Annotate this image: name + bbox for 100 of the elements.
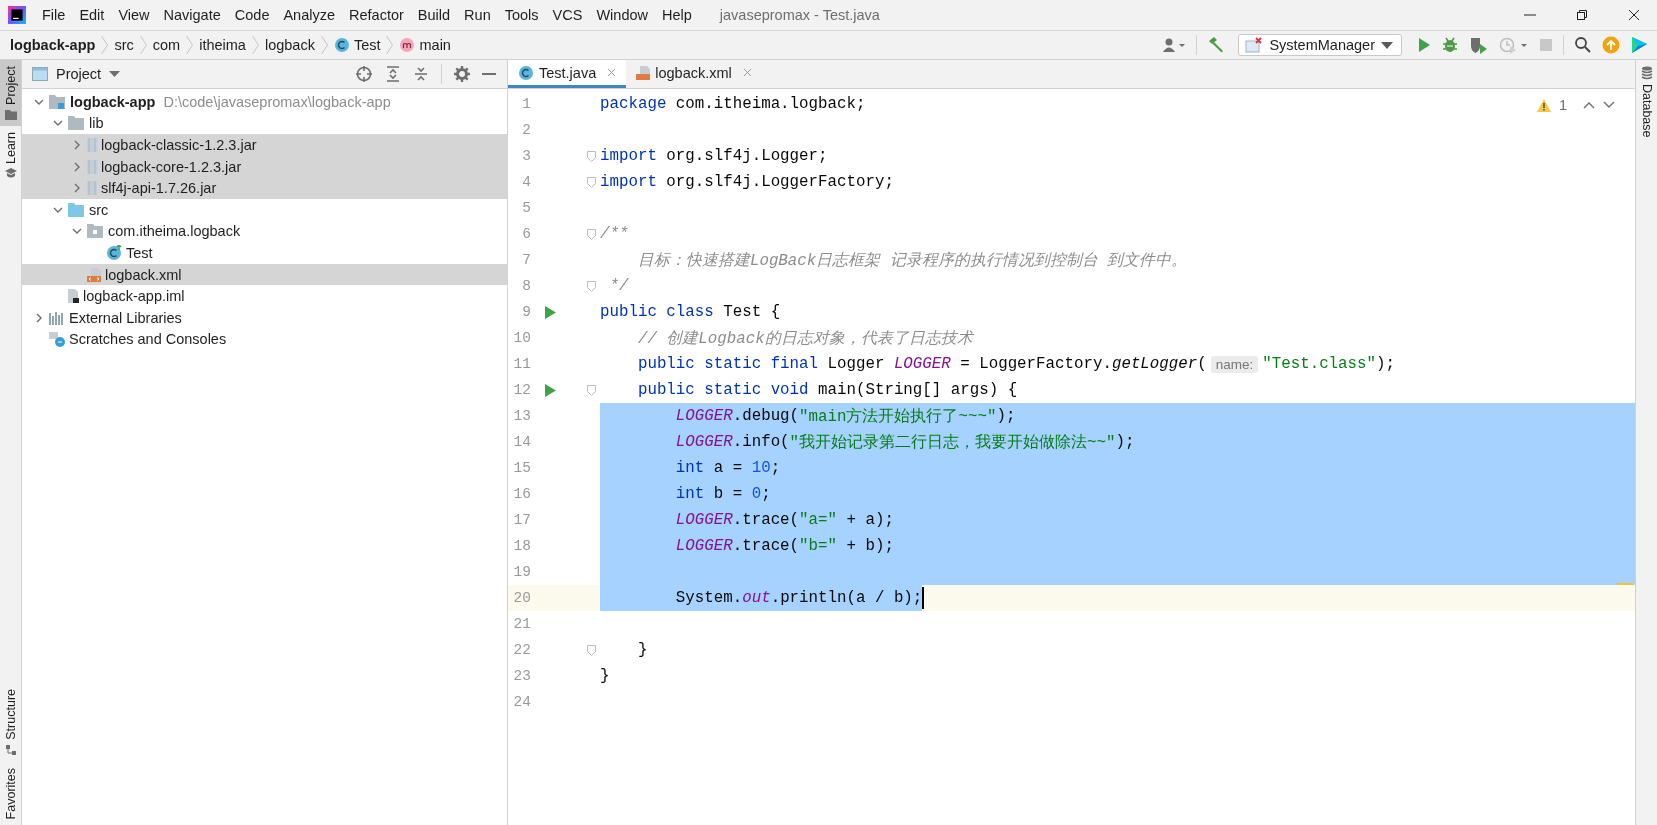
- line-number: 15: [512, 459, 531, 478]
- database-icon: [1640, 66, 1653, 80]
- fold-marker-icon[interactable]: [587, 228, 596, 240]
- bug-icon[interactable]: [1441, 36, 1459, 54]
- tree-item[interactable]: slf4j-api-1.7.26.jar: [22, 177, 507, 199]
- menu-item[interactable]: Window: [590, 4, 656, 26]
- next-icon[interactable]: [1603, 101, 1615, 109]
- fold-marker-icon[interactable]: [587, 176, 596, 188]
- run-icon[interactable]: [544, 383, 556, 397]
- jar-file-icon: [87, 159, 97, 174]
- tree-item[interactable]: lib: [22, 112, 507, 135]
- menu-item[interactable]: Help: [656, 4, 700, 26]
- panel-title-dropdown[interactable]: Project: [56, 66, 121, 82]
- warning-icon[interactable]: [1536, 98, 1551, 112]
- run-icon[interactable]: [544, 305, 556, 319]
- code-line: public static final Logger LOGGER = LoggerFactory.getLogger( name: "Test.class");: [636, 354, 1395, 375]
- tree-item[interactable]: com.itheima.logback: [22, 220, 507, 243]
- menu-item[interactable]: Analyze: [277, 4, 344, 26]
- tool-window-tab[interactable]: Project: [0, 60, 21, 126]
- menu-item[interactable]: Edit: [73, 4, 113, 26]
- collapse-all-icon[interactable]: [413, 66, 429, 82]
- file-icon: [68, 289, 79, 304]
- jar-file-icon: [87, 138, 97, 152]
- menu-item[interactable]: File: [36, 4, 74, 26]
- menu-item[interactable]: Tools: [498, 4, 547, 26]
- fold-marker-icon[interactable]: [587, 384, 596, 396]
- tree-item[interactable]: logback-app D:\code\javasepromax\logback-app: [22, 91, 507, 113]
- line-number: 16: [512, 485, 531, 504]
- editor-tab[interactable]: logback.xml: [626, 60, 762, 88]
- tree-item[interactable]: Scratches and Consoles: [22, 328, 507, 351]
- breadcrumb-item[interactable]: Test: [327, 37, 387, 53]
- code-line: 目标：快速搭建LogBack日志框架 记录程序的执行情况到控制台 到文件中。: [636, 250, 1188, 272]
- line-number: 22: [512, 641, 531, 660]
- line-number: 7: [521, 251, 531, 270]
- editor-tab[interactable]: Test.java: [508, 60, 627, 88]
- menu-item[interactable]: Code: [228, 4, 278, 26]
- library-icon: [49, 310, 65, 325]
- coverage-icon[interactable]: [1469, 36, 1489, 54]
- line-number: 13: [512, 407, 531, 426]
- tool-window-tab[interactable]: Learn: [0, 125, 21, 185]
- tool-window-tab[interactable]: Database: [1636, 60, 1657, 144]
- tree-item[interactable]: logback.xml: [22, 263, 507, 286]
- code-line: import org.slf4j.Logger;: [600, 146, 828, 167]
- restore-icon[interactable]: [1576, 9, 1588, 21]
- package-folder-icon: [87, 224, 104, 239]
- folder-icon: [49, 94, 66, 109]
- window-title: javasepromax - Test.java: [719, 7, 880, 23]
- line-number: 3: [521, 147, 531, 166]
- menu-item[interactable]: VCS: [546, 4, 591, 26]
- run-configuration-dropdown[interactable]: SystemManager: [1238, 34, 1402, 56]
- fold-marker-icon[interactable]: [587, 150, 596, 162]
- tree-item[interactable]: Test: [22, 242, 507, 264]
- panel-icon: [32, 67, 48, 81]
- breadcrumb-item[interactable]: src: [108, 37, 140, 53]
- hammer-icon[interactable]: [1207, 36, 1226, 54]
- toolbox-icon[interactable]: [1630, 36, 1648, 54]
- tree-item[interactable]: src: [22, 198, 507, 221]
- menu-item[interactable]: View: [112, 4, 158, 26]
- tree-item[interactable]: logback-app.iml: [22, 285, 507, 307]
- line-number: 10: [512, 329, 531, 348]
- line-number: 23: [512, 667, 531, 686]
- line-number: 14: [512, 433, 531, 452]
- line-number: 21: [512, 615, 531, 634]
- line-number: 8: [521, 277, 531, 296]
- tree-item[interactable]: logback-core-1.2.3.jar: [22, 155, 507, 178]
- tree-item[interactable]: External Libraries: [22, 306, 507, 329]
- close-icon[interactable]: [1628, 9, 1640, 21]
- breadcrumb-item[interactable]: itheima: [193, 37, 252, 53]
- xml-file-icon: [636, 65, 651, 80]
- profiler-icon[interactable]: [1499, 36, 1529, 54]
- settings-icon[interactable]: [454, 66, 470, 82]
- breadcrumb-item[interactable]: com: [146, 37, 187, 53]
- menu-item[interactable]: Navigate: [157, 4, 229, 26]
- user-icon[interactable]: [1162, 37, 1187, 53]
- code-line: public class Test {: [600, 302, 781, 323]
- chevron-separator-icon: [139, 35, 147, 55]
- expand-all-icon[interactable]: [385, 66, 401, 82]
- breadcrumb-item[interactable]: main: [393, 37, 457, 53]
- class-icon: [333, 37, 350, 53]
- search-icon[interactable]: [1574, 36, 1592, 54]
- previous-icon[interactable]: [1583, 101, 1595, 109]
- menu-item[interactable]: Refactor: [343, 4, 412, 26]
- tool-window-tab[interactable]: Structure: [0, 682, 21, 762]
- fold-marker-icon[interactable]: [587, 280, 596, 292]
- tool-window-tab[interactable]: Favorites: [0, 761, 21, 825]
- update-icon[interactable]: [1602, 36, 1620, 54]
- menu-item[interactable]: Run: [458, 4, 499, 26]
- menu-item[interactable]: Build: [411, 4, 459, 26]
- tree-item[interactable]: logback-classic-1.2.3.jar: [22, 134, 507, 156]
- fold-marker-icon[interactable]: [587, 644, 596, 656]
- warning-count: 1: [1558, 97, 1567, 113]
- breadcrumb-item[interactable]: logback: [258, 37, 321, 53]
- breadcrumb-item[interactable]: logback-app: [10, 37, 102, 53]
- structure-icon: [4, 743, 17, 756]
- run-icon[interactable]: [1417, 37, 1431, 53]
- caret-icon: [109, 71, 121, 77]
- crosshair-icon[interactable]: [355, 65, 373, 83]
- scrollbar-marker: [1617, 583, 1633, 585]
- xml-file-icon: [87, 267, 101, 282]
- chevron-separator-icon: [386, 35, 394, 55]
